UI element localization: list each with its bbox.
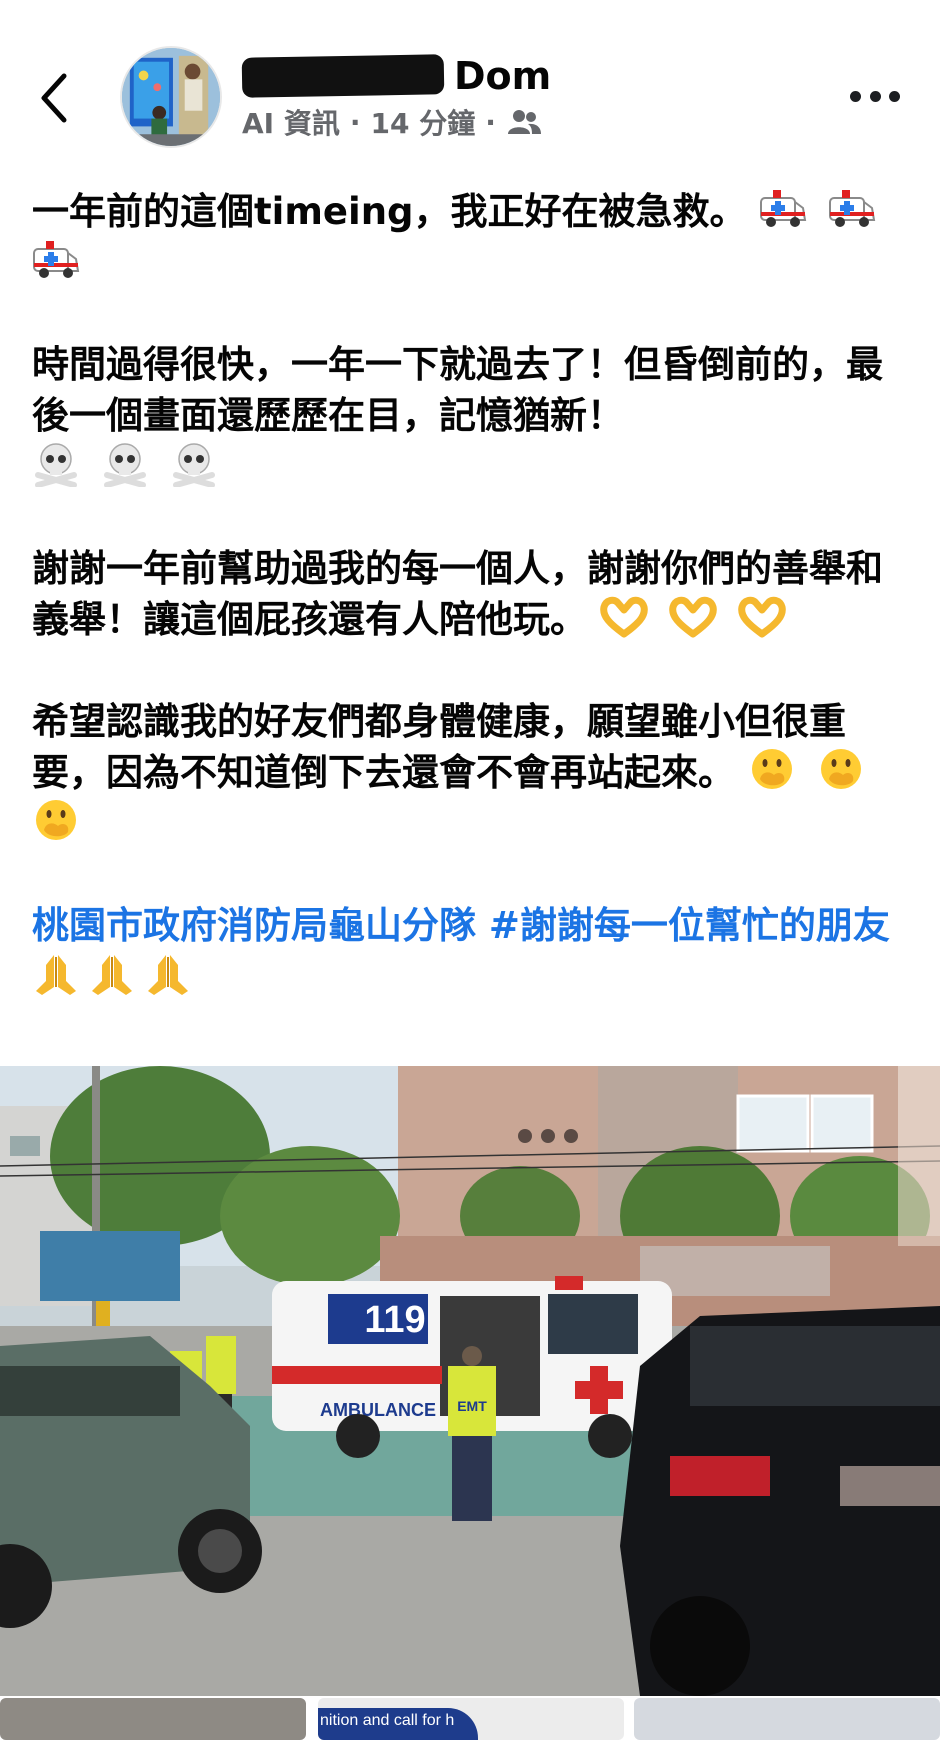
thumbnail-text: nition and call for h <box>320 1712 455 1729</box>
banner-strip: nition and call for h <box>318 1708 478 1740</box>
face-hand-over-mouth-emoji-icon <box>32 798 80 844</box>
paragraph-text: 時間過得很快，一年一下就過去了！但昏倒前的，最後一個畫面還歷歷在目，記憶猶新！ <box>32 343 883 437</box>
author-name-suffix: Dom <box>454 54 552 98</box>
avatar[interactable] <box>120 46 222 148</box>
photo-thumbnails: nition and call for h <box>0 1698 940 1740</box>
paragraph-text: 一年前的這個timeing，我正好在被急救。 <box>32 190 747 233</box>
face-hand-over-mouth-emoji-icon <box>817 747 865 793</box>
ambulance-emoji-icon <box>828 186 876 232</box>
photo-thumbnail[interactable] <box>634 1698 940 1740</box>
more-options-button[interactable] <box>850 84 900 108</box>
heart-hands-emoji-icon <box>600 594 648 640</box>
dot <box>869 90 881 102</box>
folded-hands-emoji-icon <box>32 951 80 997</box>
meta-separator: · <box>349 105 361 139</box>
post-timestamp[interactable]: 14 分鐘 <box>370 102 475 142</box>
post-header: Dom AI 資訊 · 14 分鐘 · <box>0 0 940 170</box>
meta-separator: · <box>485 105 496 139</box>
post-paragraph-5: 桃園市政府消防局龜山分隊 #謝謝每一位幫忙的朋友 <box>32 900 902 1002</box>
folded-hands-emoji-icon <box>88 951 136 997</box>
dot <box>850 90 861 102</box>
photo-thumbnail[interactable] <box>0 1698 306 1740</box>
ambulance-emoji-icon <box>32 237 80 283</box>
post-paragraph-3: 謝謝一年前幫助過我的每一個人，謝謝你們的善舉和義舉！讓這個屁孩還有人陪他玩。 <box>32 543 902 645</box>
post-paragraph-1: 一年前的這個timeing，我正好在被急救。 <box>32 186 902 288</box>
ambulance-scene-image: 119 AMBULANCE EMT <box>0 1066 940 1696</box>
face-hand-over-mouth-emoji-icon <box>748 747 796 793</box>
photo-thumbnail[interactable]: nition and call for h <box>318 1698 624 1740</box>
friends-audience-icon[interactable] <box>506 108 542 136</box>
redacted-name <box>241 54 445 98</box>
post-meta: AI 資訊 · 14 分鐘 · <box>242 102 542 142</box>
page-and-hashtag-link[interactable]: 桃園市政府消防局龜山分隊 #謝謝每一位幫忙的朋友 <box>32 904 890 947</box>
ambulance-label: AMBULANCE <box>320 1400 436 1420</box>
vest-text: EMT <box>457 1398 487 1414</box>
post-photo[interactable]: 119 AMBULANCE EMT <box>0 1066 940 1696</box>
heart-hands-emoji-icon <box>669 594 717 640</box>
post-body: 一年前的這個timeing，我正好在被急救。 時間過得很快，一年一下就過去了！但… <box>32 186 902 1002</box>
paragraph-text: 希望認識我的好友們都身體健康，願望雖小但很重要，因為不知道倒下去還會不會再站起來… <box>32 700 846 794</box>
folded-hands-emoji-icon <box>144 951 192 997</box>
ambulance-number: 119 <box>364 1299 425 1341</box>
post-paragraph-4: 希望認識我的好友們都身體健康，願望雖小但很重要，因為不知道倒下去還會不會再站起來… <box>32 696 902 849</box>
author-name[interactable]: Dom <box>241 52 552 100</box>
skull-crossbones-emoji-icon <box>170 441 218 488</box>
dot <box>889 90 900 102</box>
chevron-left-icon <box>41 73 67 123</box>
ambulance-emoji-icon <box>759 186 807 232</box>
meta-source: AI 資訊 <box>242 107 340 140</box>
skull-crossbones-emoji-icon <box>101 441 149 488</box>
skull-crossbones-emoji-icon <box>32 441 80 488</box>
post-paragraph-2: 時間過得很快，一年一下就過去了！但昏倒前的，最後一個畫面還歷歷在目，記憶猶新！ <box>32 339 902 492</box>
back-button[interactable] <box>36 68 76 128</box>
heart-hands-emoji-icon <box>737 594 786 640</box>
